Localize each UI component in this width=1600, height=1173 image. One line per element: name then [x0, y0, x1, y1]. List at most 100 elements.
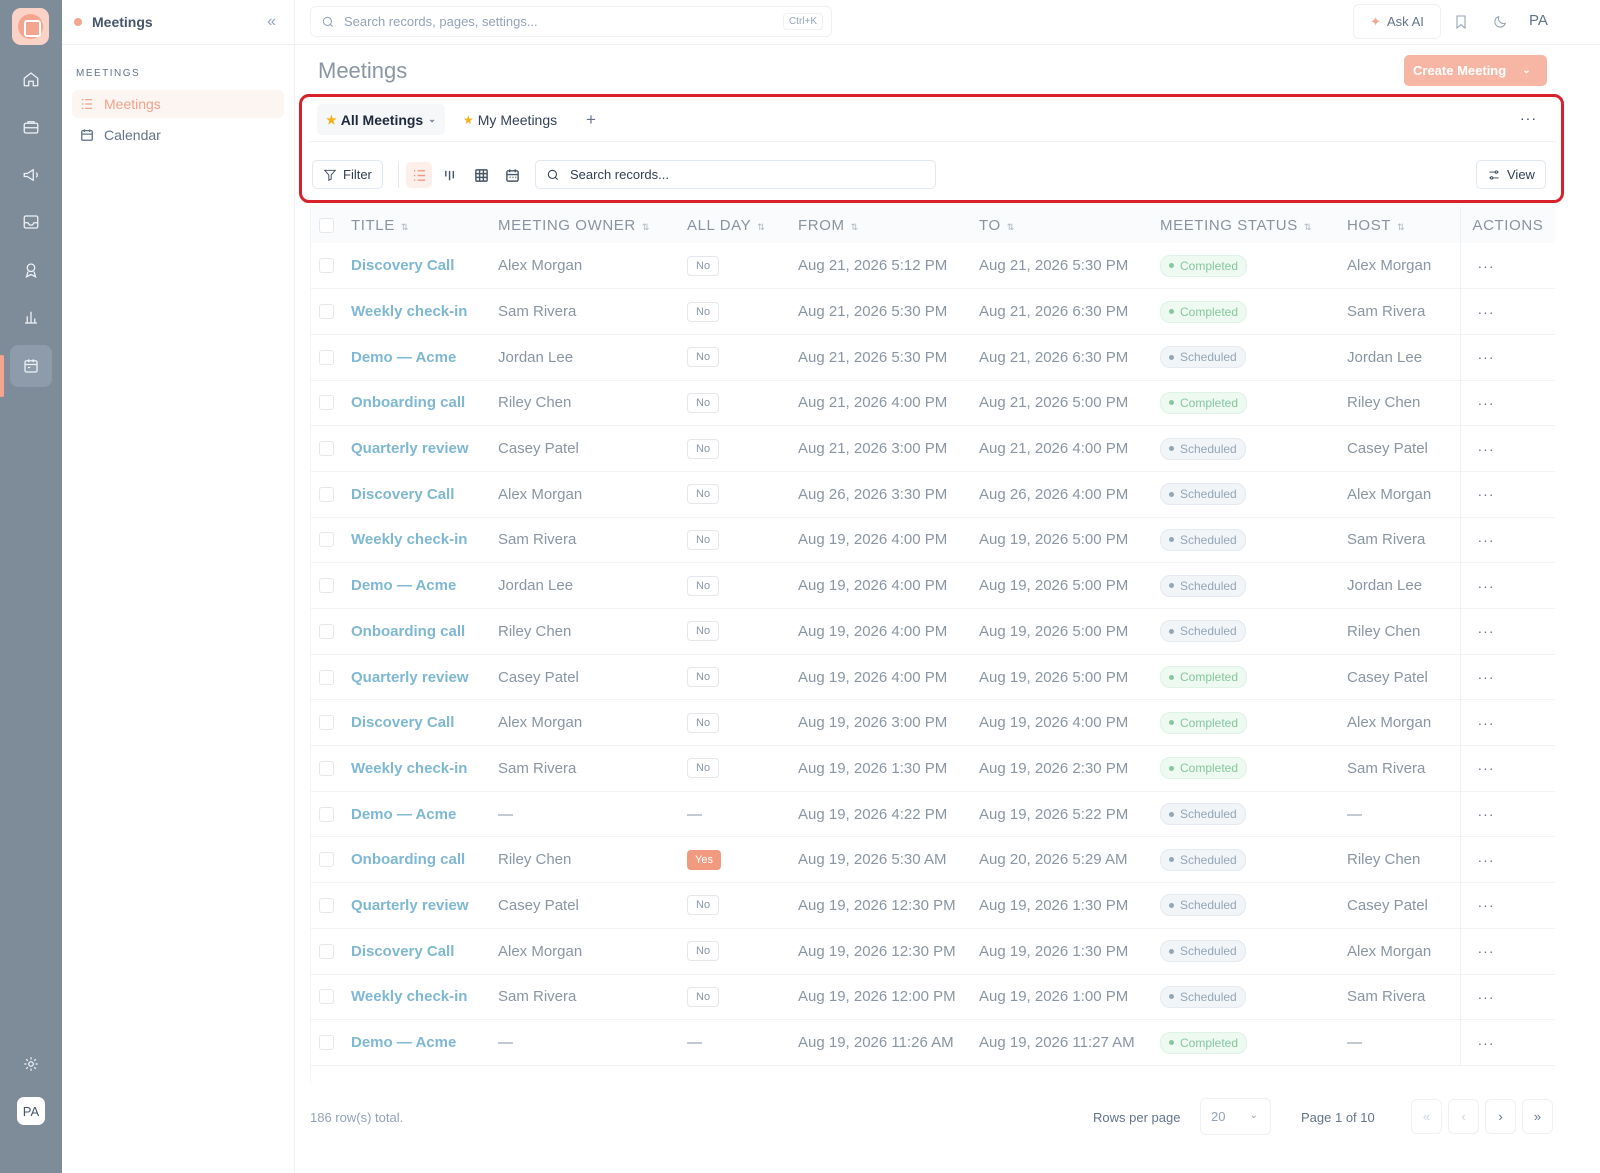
meeting-title-link[interactable]: Weekly check-in — [351, 988, 467, 1005]
row-checkbox[interactable] — [319, 943, 334, 959]
row-checkbox[interactable] — [319, 806, 334, 822]
row-actions-icon[interactable]: ··· — [1459, 334, 1555, 381]
table-row[interactable]: Weekly check-in Sam Rivera No Aug 19, 2026 … — [311, 745, 1555, 792]
briefcase-icon[interactable] — [10, 106, 52, 148]
row-actions-icon[interactable]: ··· — [1459, 745, 1555, 792]
row-actions-icon[interactable]: ··· — [1459, 882, 1555, 929]
meeting-title-link[interactable]: Discovery Call — [351, 943, 454, 960]
row-checkbox[interactable] — [319, 395, 334, 411]
column-header-to[interactable]: TO ⇅ — [979, 207, 1160, 243]
meeting-title-link[interactable]: Quarterly review — [351, 897, 469, 914]
meeting-title-link[interactable]: Discovery Call — [351, 714, 454, 731]
column-header-owner[interactable]: MEETING OWNER ⇅ — [498, 207, 687, 243]
megaphone-icon[interactable] — [10, 154, 52, 196]
support-icon[interactable] — [10, 249, 52, 291]
chart-icon[interactable] — [10, 296, 52, 338]
first-page-button[interactable]: « — [1411, 1099, 1442, 1134]
next-page-button[interactable]: › — [1485, 1099, 1516, 1134]
sort-icon[interactable]: ⇅ — [1007, 222, 1015, 232]
row-checkbox[interactable] — [319, 669, 334, 685]
row-checkbox[interactable] — [319, 532, 334, 548]
meeting-title-link[interactable]: Onboarding call — [351, 623, 465, 640]
meeting-title-link[interactable]: Weekly check-in — [351, 531, 467, 548]
meeting-title-link[interactable]: Quarterly review — [351, 440, 469, 457]
column-header-title[interactable]: TITLE ⇅ — [351, 207, 498, 243]
sort-icon[interactable]: ⇅ — [1304, 222, 1312, 232]
home-icon[interactable] — [10, 58, 52, 100]
table-row[interactable]: Weekly check-in Sam Rivera No Aug 21, 2026 … — [311, 288, 1555, 335]
row-checkbox[interactable] — [319, 760, 334, 776]
rows-per-page-select[interactable]: 20 ⌄ — [1200, 1098, 1271, 1135]
row-actions-icon[interactable]: ··· — [1459, 425, 1555, 472]
row-actions-icon[interactable]: ··· — [1459, 1019, 1555, 1066]
row-actions-icon[interactable]: ··· — [1459, 608, 1555, 655]
table-row[interactable]: Discovery Call Alex Morgan No Aug 19, 2026 … — [311, 699, 1555, 746]
sort-icon[interactable]: ⇅ — [1397, 222, 1405, 232]
row-checkbox[interactable] — [319, 897, 334, 913]
table-row[interactable]: Onboarding call Riley Chen Yes Aug 19, 2026… — [311, 836, 1555, 883]
app-logo[interactable] — [12, 8, 49, 45]
last-page-button[interactable]: » — [1522, 1099, 1553, 1134]
meeting-title-link[interactable]: Onboarding call — [351, 394, 465, 411]
row-actions-icon[interactable]: ··· — [1459, 974, 1555, 1020]
meeting-title-link[interactable]: Demo — Acme — [351, 1034, 456, 1051]
settings-icon[interactable] — [10, 1043, 52, 1085]
meeting-title-link[interactable]: Discovery Call — [351, 486, 454, 503]
row-checkbox[interactable] — [319, 578, 334, 594]
meeting-title-link[interactable]: Demo — Acme — [351, 577, 456, 594]
row-checkbox[interactable] — [319, 349, 334, 365]
meeting-title-link[interactable]: Weekly check-in — [351, 303, 467, 320]
row-actions-icon[interactable]: ··· — [1459, 380, 1555, 426]
row-actions-icon[interactable]: ··· — [1459, 517, 1555, 563]
table-row[interactable]: Demo — Acme Jordan Lee No Aug 21, 2026 5:30… — [311, 334, 1555, 381]
row-actions-icon[interactable]: ··· — [1459, 471, 1555, 518]
sort-icon[interactable]: ⇅ — [851, 222, 859, 232]
row-actions-icon[interactable]: ··· — [1459, 928, 1555, 974]
meeting-title-link[interactable]: Weekly check-in — [351, 760, 467, 777]
row-checkbox[interactable] — [319, 989, 334, 1005]
ask-ai-button[interactable]: ✦ Ask AI — [1353, 4, 1441, 39]
bookmark-icon[interactable] — [1451, 12, 1471, 32]
row-checkbox[interactable] — [319, 304, 334, 320]
row-checkbox[interactable] — [319, 441, 334, 457]
table-row[interactable]: Weekly check-in Sam Rivera No Aug 19, 2026 … — [311, 517, 1555, 563]
create-meeting-button[interactable]: Create Meeting ⌄ — [1404, 55, 1547, 86]
row-actions-icon[interactable]: ··· — [1459, 654, 1555, 700]
user-menu[interactable]: PA — [1529, 12, 1548, 29]
sidebar-item-calendar[interactable]: Calendar — [72, 121, 284, 149]
row-checkbox[interactable] — [319, 852, 334, 868]
dark-mode-icon[interactable] — [1490, 12, 1510, 32]
chevron-down-icon[interactable]: ⌄ — [1514, 65, 1530, 76]
table-row[interactable]: Demo — Acme — — Aug 19, 2026 4:22 PM Aug 19,… — [311, 791, 1555, 837]
row-checkbox[interactable] — [319, 623, 334, 639]
row-checkbox[interactable] — [319, 486, 334, 502]
table-row[interactable]: Onboarding call Riley Chen No Aug 21, 2026 … — [311, 380, 1555, 426]
meeting-title-link[interactable]: Quarterly review — [351, 669, 469, 686]
meeting-title-link[interactable]: Discovery Call — [351, 257, 454, 274]
global-search-input[interactable]: Search records, pages, settings... Ctrl+… — [310, 6, 832, 37]
collapse-sidebar-icon[interactable]: « — [267, 13, 276, 31]
table-row[interactable]: Onboarding call Riley Chen No Aug 19, 2026 … — [311, 608, 1555, 655]
row-checkbox[interactable] — [319, 1035, 334, 1051]
meeting-title-link[interactable]: Demo — Acme — [351, 806, 456, 823]
prev-page-button[interactable]: ‹ — [1448, 1099, 1479, 1134]
row-actions-icon[interactable]: ··· — [1459, 791, 1555, 837]
sort-icon[interactable]: ⇅ — [642, 222, 650, 232]
user-avatar[interactable]: PA — [17, 1097, 45, 1125]
table-row[interactable]: Demo — Acme Jordan Lee No Aug 19, 2026 4:00… — [311, 562, 1555, 609]
table-row[interactable]: Quarterly review Casey Patel No Aug 19, 202… — [311, 882, 1555, 929]
column-header-from[interactable]: FROM ⇅ — [798, 207, 979, 243]
row-checkbox[interactable] — [319, 258, 334, 274]
table-row[interactable]: Weekly check-in Sam Rivera No Aug 19, 2026 … — [311, 974, 1555, 1020]
sort-icon[interactable]: ⇅ — [401, 222, 409, 232]
table-row[interactable]: Discovery Call Alex Morgan No Aug 19, 2026 … — [311, 928, 1555, 974]
select-all-checkbox[interactable] — [319, 217, 334, 233]
row-checkbox[interactable] — [319, 715, 334, 731]
table-row[interactable]: Discovery Call Alex Morgan No Aug 21, 2026 … — [311, 243, 1555, 289]
row-actions-icon[interactable]: ··· — [1459, 243, 1555, 289]
table-row[interactable]: Discovery Call Alex Morgan No Aug 26, 2026 … — [311, 471, 1555, 518]
sort-icon[interactable]: ⇅ — [757, 222, 765, 232]
meeting-title-link[interactable]: Onboarding call — [351, 851, 465, 868]
row-actions-icon[interactable]: ··· — [1459, 562, 1555, 609]
calendar-icon[interactable] — [10, 345, 52, 387]
